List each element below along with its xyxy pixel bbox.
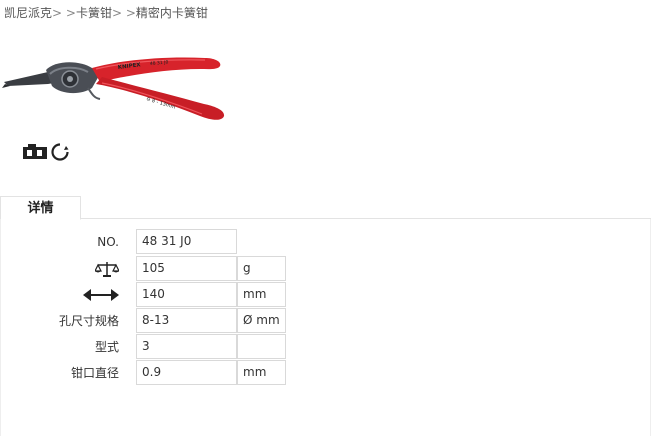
- spec-value: 0.9: [136, 360, 237, 385]
- spec-value: 8-13: [136, 308, 237, 333]
- product-image: KNIPEX 48 31 J0 ⊖ 8 - 13mm: [2, 57, 225, 120]
- tab-bar: 详情: [0, 196, 651, 220]
- spec-row-length: 140 mm: [1, 282, 651, 308]
- spec-value: 105: [136, 256, 237, 281]
- tab-details[interactable]: 详情: [0, 196, 81, 220]
- spec-unit: g: [237, 256, 286, 281]
- breadcrumb-separator: > >: [52, 6, 76, 20]
- breadcrumb: 凯尼派克> >卡簧钳> >精密内卡簧钳: [4, 4, 208, 21]
- spec-label: NO.: [97, 235, 119, 249]
- feature-icons: [22, 142, 72, 162]
- spec-value: 140: [136, 282, 237, 307]
- spec-label: 型式: [94, 340, 119, 354]
- internal-circlip-icon: [51, 143, 69, 161]
- spec-value: 3: [136, 334, 237, 359]
- breadcrumb-item-precision-internal-circlip-pliers[interactable]: 精密内卡簧钳: [136, 6, 208, 20]
- spec-unit: Ø mm: [237, 308, 286, 333]
- weight-scale-icon: [91, 256, 119, 282]
- spec-row-weight: 105 g: [1, 256, 651, 282]
- spec-label: 钳口直径: [70, 366, 119, 380]
- spec-label: 孔尺寸规格: [58, 314, 119, 328]
- spec-unit: mm: [237, 360, 286, 385]
- spec-row-hole-size: 孔尺寸规格 8-13 Ø mm: [1, 308, 651, 334]
- spec-value: 48 31 J0: [136, 229, 237, 254]
- details-panel: NO. 48 31 J0 105 g 140 mm 孔尺寸规格 8-13 Ø m…: [0, 219, 651, 436]
- chrome-vanadium-icon: [23, 144, 47, 159]
- breadcrumb-item-circlip-pliers[interactable]: 卡簧钳: [76, 6, 112, 20]
- spec-row-jaw-diameter: 钳口直径 0.9 mm: [1, 360, 651, 386]
- spec-row-number: NO. 48 31 J0: [1, 229, 651, 255]
- breadcrumb-separator: > >: [111, 6, 136, 20]
- spec-unit: mm: [237, 282, 286, 307]
- spec-row-type: 型式 3: [1, 334, 651, 360]
- length-arrow-icon: [79, 282, 119, 308]
- spec-unit: [237, 334, 286, 359]
- breadcrumb-item-knipex[interactable]: 凯尼派克: [4, 6, 52, 20]
